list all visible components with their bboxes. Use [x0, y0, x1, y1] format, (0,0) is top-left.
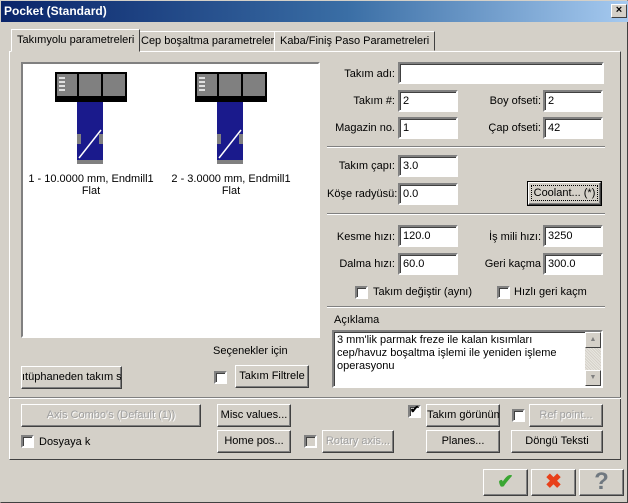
feed-rate-label: Kesme hızı:: [336, 231, 395, 243]
filter-checkbox[interactable]: [214, 371, 227, 384]
separator: [9, 397, 621, 399]
comment-textarea[interactable]: 3 mm'lik parmak freze ile kalan kısımlar…: [332, 330, 603, 388]
tool-label: 1 - 10.0000 mm, Endmill1: [28, 173, 154, 185]
separator: [327, 146, 605, 148]
tool-change-label: Takım değiştir (aynı): [373, 286, 473, 298]
plunge-rate-input[interactable]: 60.0: [398, 253, 458, 275]
rotary-axis-button[interactable]: Rotary axis...: [322, 430, 394, 453]
corner-radius-label: Köşe radyüsü:: [327, 188, 398, 200]
endmill-icon: [195, 72, 267, 164]
axis-combo-button[interactable]: Axis Combo's (Default (1)): [21, 404, 201, 427]
tool-item-2[interactable]: 2 - 3.0000 mm, Endmill1 Flat: [161, 72, 301, 197]
tool-label: 2 - 3.0000 mm, Endmill1: [171, 173, 291, 185]
rotary-axis-checkbox[interactable]: [304, 435, 317, 448]
endmill-icon: [55, 72, 127, 164]
tool-change-checkbox[interactable]: [355, 286, 368, 299]
scroll-up-icon[interactable]: ▲: [585, 332, 601, 348]
save-to-file-checkbox[interactable]: [21, 435, 34, 448]
comment-label: Açıklama: [334, 314, 380, 326]
options-label: Seçenekler için: [213, 345, 288, 357]
feed-rate-input[interactable]: 120.0: [398, 225, 458, 247]
help-button[interactable]: ?: [579, 469, 624, 496]
magazine-no-label: Magazin no.: [335, 122, 395, 134]
comment-scrollbar[interactable]: ▲ ▼: [585, 332, 601, 386]
rapid-retract-checkbox[interactable]: [497, 286, 510, 299]
separator: [327, 306, 605, 308]
tool-name-input[interactable]: [398, 62, 604, 84]
cycle-text-button[interactable]: Döngü Teksti: [511, 430, 603, 453]
tab-toolpath-parameters[interactable]: Takımyolu parametreleri: [11, 29, 141, 52]
spindle-speed-label: İş mili hızı:: [489, 231, 541, 243]
rapid-retract-label: Hızlı geri kaçm: [514, 286, 587, 298]
tool-number-input[interactable]: 2: [398, 90, 458, 112]
help-question-icon: ?: [594, 468, 609, 495]
cancel-button[interactable]: ✖: [531, 469, 576, 496]
tab-label: Takımyolu parametreleri: [17, 34, 135, 46]
tool-number-label: Takım #:: [353, 95, 395, 107]
separator: [327, 213, 605, 215]
magazine-no-input[interactable]: 1: [398, 117, 458, 139]
tool-diameter-input[interactable]: 3.0: [398, 155, 458, 177]
misc-values-button[interactable]: Misc values...: [217, 404, 291, 427]
cancel-x-icon: ✖: [545, 471, 562, 493]
retract-rate-input[interactable]: 300.0: [543, 253, 603, 275]
tab-rough-finish-parameters[interactable]: Kaba/Finiş Paso Parametreleri: [274, 31, 436, 51]
close-icon: ×: [615, 4, 623, 16]
tool-name-label: Takım adı:: [344, 68, 395, 80]
length-offset-input[interactable]: 2: [543, 90, 603, 112]
ok-button[interactable]: ✔: [483, 469, 528, 496]
checkmark-icon: ✔: [410, 404, 420, 416]
close-button[interactable]: ×: [611, 4, 627, 18]
scroll-down-icon[interactable]: ▼: [585, 370, 601, 386]
title-bar: Pocket (Standard) ×: [1, 1, 628, 22]
save-to-file-label: Dosyaya k: [39, 436, 91, 448]
home-pos-button[interactable]: Home pos...: [217, 430, 291, 453]
tool-type: Flat: [81, 185, 101, 197]
comment-text: 3 mm'lik parmak freze ile kalan kısımlar…: [337, 334, 557, 372]
checkmark-icon: ✔: [497, 471, 514, 493]
tab-label: Cep boşaltma parametreleri: [141, 35, 277, 47]
ref-point-checkbox[interactable]: [512, 409, 525, 422]
corner-radius-input[interactable]: 0.0: [398, 183, 458, 205]
planes-button[interactable]: Planes...: [426, 430, 500, 453]
tool-diameter-label: Takım çapı:: [338, 160, 395, 172]
tab-pocketing-parameters[interactable]: Cep boşaltma parametreleri: [135, 31, 283, 51]
tool-display-checkbox[interactable]: ✔: [408, 404, 421, 418]
tool-list[interactable]: 1 - 10.0000 mm, Endmill1 Flat 2 - 3.0000…: [21, 62, 320, 338]
ref-point-button[interactable]: Ref point...: [529, 404, 603, 427]
retract-rate-label: Geri kaçma: [484, 258, 541, 270]
diameter-offset-label: Çap ofseti:: [488, 122, 541, 134]
pocket-dialog: Pocket (Standard) × Takımyolu parametrel…: [0, 0, 628, 503]
coolant-button[interactable]: Coolant... (*): [527, 181, 602, 206]
window-title: Pocket (Standard): [4, 4, 107, 18]
tool-item-1[interactable]: 1 - 10.0000 mm, Endmill1 Flat: [21, 72, 161, 197]
tool-type: Flat: [221, 185, 241, 197]
tab-label: Kaba/Finiş Paso Parametreleri: [280, 35, 430, 47]
spindle-speed-input[interactable]: 3250: [543, 225, 603, 247]
coolant-button-label: Coolant... (*): [531, 185, 598, 201]
tool-filter-button[interactable]: Takım Filtrele: [235, 365, 309, 388]
length-offset-label: Boy ofseti:: [489, 95, 541, 107]
diameter-offset-input[interactable]: 42: [543, 117, 603, 139]
tool-display-button[interactable]: Takım görünümü: [426, 404, 500, 427]
select-from-library-button[interactable]: ıtüphaneden takım s: [21, 366, 122, 389]
plunge-rate-label: Dalma hızı:: [339, 258, 395, 270]
